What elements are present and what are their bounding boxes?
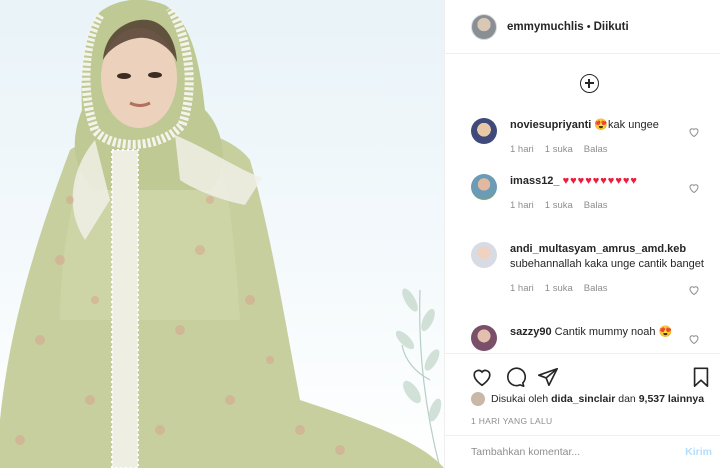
comment-text: subehannallah kaka unge cantik banget — [510, 258, 704, 270]
comment-text: ♥♥♥♥♥♥♥♥♥♥ — [562, 175, 638, 187]
liker-avatar[interactable] — [471, 392, 485, 406]
comments-list: noviesupriyanti 😍kak ungee 1 hari 1 suka… — [445, 54, 720, 353]
author-username[interactable]: emmymuchlis — [507, 21, 584, 33]
post-photo — [0, 0, 444, 468]
comment-time[interactable]: 1 hari — [510, 281, 534, 296]
bookmark-icon[interactable] — [690, 366, 712, 388]
like-comment-icon[interactable] — [688, 126, 700, 138]
follow-status[interactable]: Diikuti — [594, 21, 629, 33]
comment-item: noviesupriyanti 😍kak ungee 1 hari 1 suka… — [471, 118, 706, 157]
comment-time[interactable]: 1 hari — [510, 198, 534, 213]
comment-item: andi_multasyam_amrus_amd.keb subehannall… — [471, 242, 706, 296]
likes-connector: dan — [618, 393, 636, 405]
header-separator: • — [586, 20, 591, 33]
comment-likes[interactable]: 1 suka — [545, 281, 573, 296]
load-more-comments-icon[interactable] — [580, 74, 599, 93]
add-comment-bar: Kirim — [445, 435, 720, 468]
like-comment-icon[interactable] — [688, 333, 700, 345]
comment-likes[interactable]: 1 suka — [545, 198, 573, 213]
comment-text: 😍kak ungee — [594, 119, 659, 131]
liker-username[interactable]: dida_sinclair — [551, 393, 615, 405]
like-heart-icon[interactable] — [471, 366, 493, 388]
likes-summary: Disukai oleh dida_sinclair dan 9,537 lai… — [445, 392, 720, 406]
share-send-icon[interactable] — [537, 366, 559, 388]
comment-time[interactable]: 1 hari — [510, 142, 534, 157]
comment-item: imass12_ ♥♥♥♥♥♥♥♥♥♥ 1 hari 1 suka Balas — [471, 174, 706, 213]
comment-username[interactable]: andi_multasyam_amrus_amd.keb — [510, 243, 686, 255]
post-header: emmymuchlis • Diikuti — [445, 0, 720, 54]
comment-input[interactable] — [471, 446, 686, 458]
comment-item: sazzy90 Cantik mummy noah 😍 — [471, 325, 706, 351]
likes-prefix: Disukai oleh — [491, 393, 549, 405]
action-icons — [445, 354, 720, 392]
like-comment-icon[interactable] — [688, 182, 700, 194]
post-actions: Disukai oleh dida_sinclair dan 9,537 lai… — [445, 353, 720, 468]
comment-text: Cantik mummy noah 😍 — [554, 326, 673, 338]
commenter-avatar[interactable] — [471, 174, 497, 200]
reply-button[interactable]: Balas — [584, 142, 608, 157]
commenter-avatar[interactable] — [471, 242, 497, 268]
commenter-avatar[interactable] — [471, 325, 497, 351]
send-comment-button[interactable]: Kirim — [685, 446, 712, 458]
comment-username[interactable]: imass12_ — [510, 175, 560, 187]
comment-likes[interactable]: 1 suka — [545, 142, 573, 157]
commenter-avatar[interactable] — [471, 118, 497, 144]
reply-button[interactable]: Balas — [584, 198, 608, 213]
reply-button[interactable]: Balas — [584, 281, 608, 296]
likes-others[interactable]: 9,537 lainnya — [639, 393, 704, 405]
comment-username[interactable]: noviesupriyanti — [510, 119, 591, 131]
comment-bubble-icon[interactable] — [504, 366, 526, 388]
post-side-panel: emmymuchlis • Diikuti noviesupriyanti 😍k… — [444, 0, 720, 468]
like-comment-icon[interactable] — [688, 284, 700, 296]
comment-username[interactable]: sazzy90 — [510, 326, 552, 338]
post-timestamp[interactable]: 1 HARI YANG LALU — [445, 416, 720, 426]
author-avatar[interactable] — [471, 13, 497, 40]
